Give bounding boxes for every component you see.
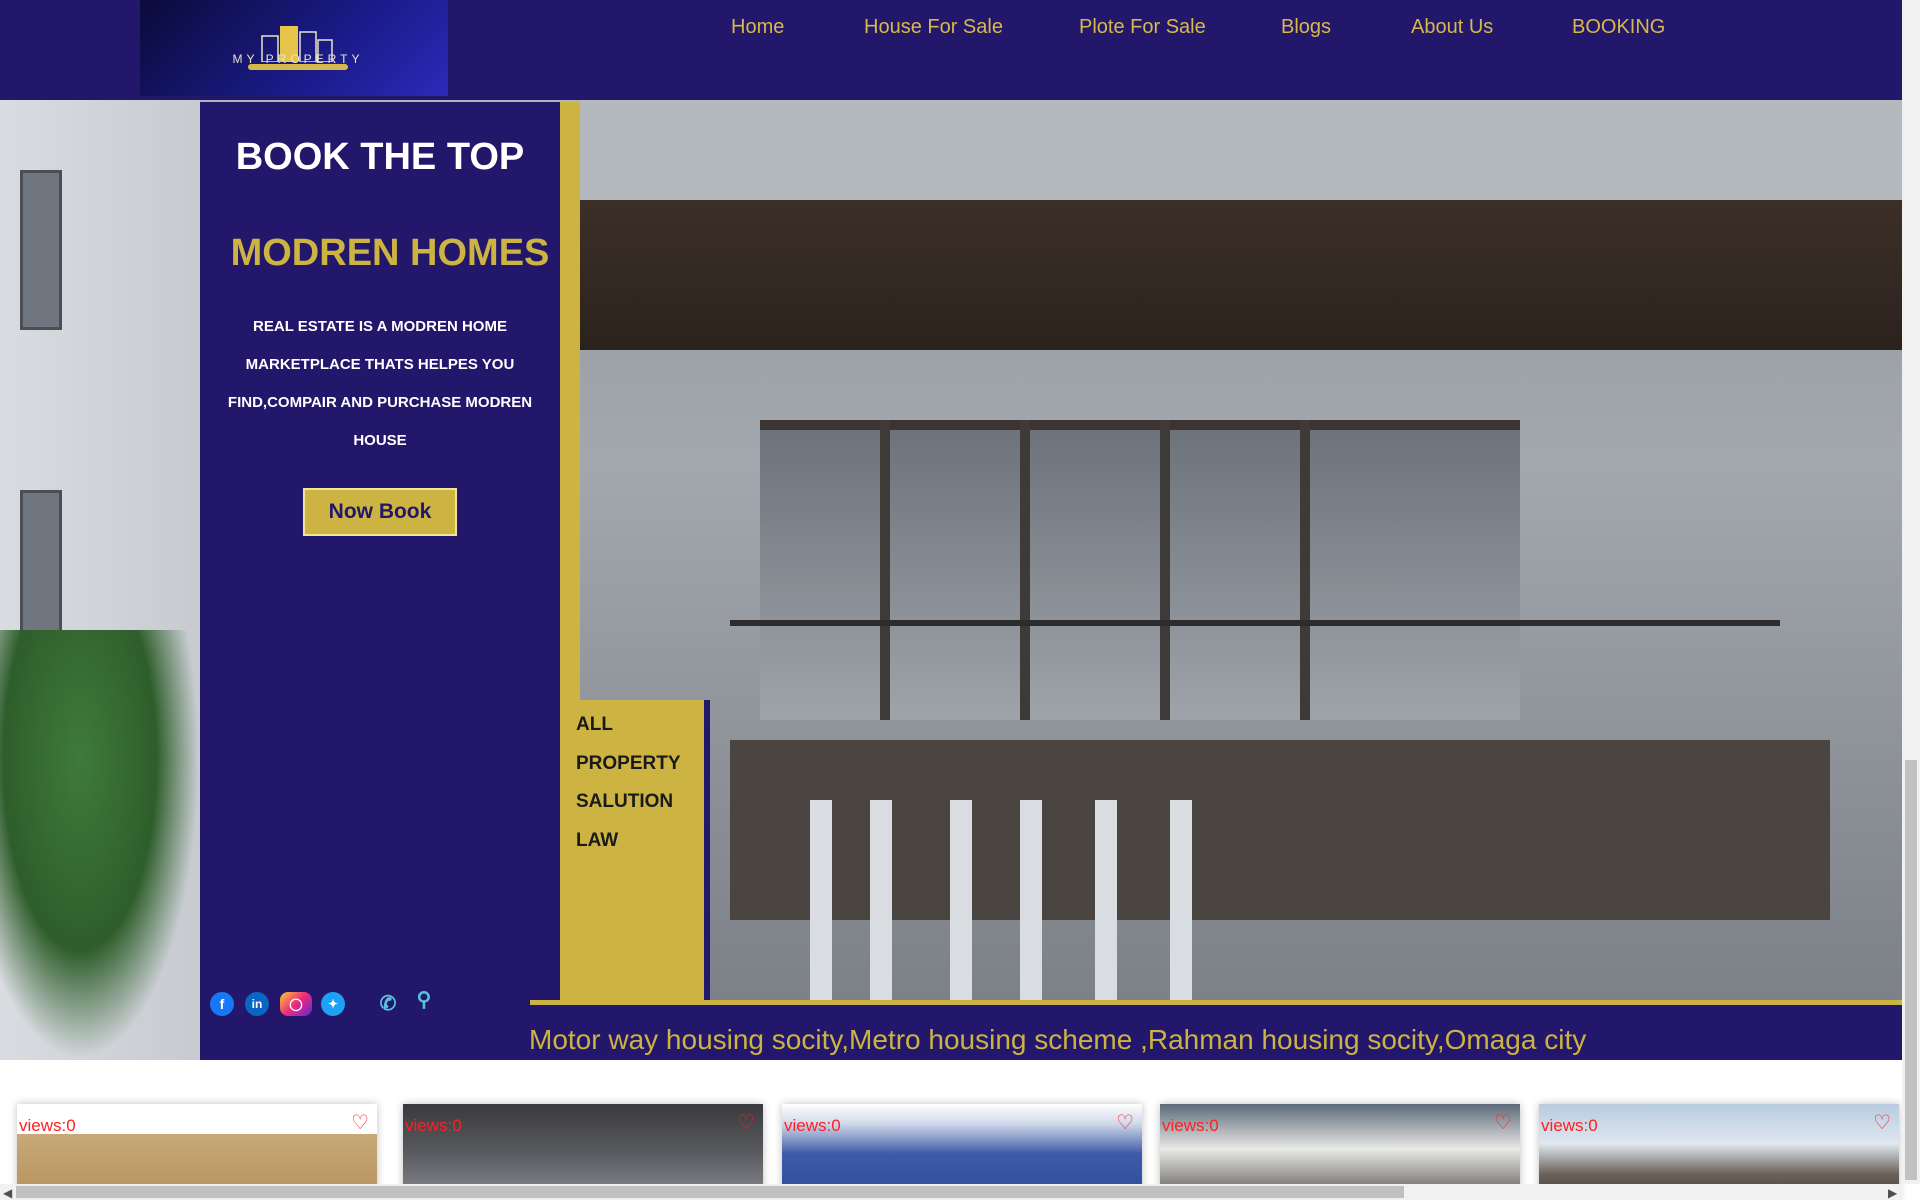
nav-about-us-link[interactable]: About Us: [1411, 16, 1493, 39]
category-item-salution[interactable]: SALUTION: [576, 783, 706, 822]
views-counter: views:0: [1162, 1116, 1219, 1135]
heart-icon[interactable]: ♡: [1116, 1110, 1134, 1135]
page: MY PROPERTY Home House For Sale Plote Fo…: [0, 0, 1920, 1200]
twitter-icon[interactable]: ✦: [321, 992, 345, 1016]
hero-description: REAL ESTATE IS A MODREN HOME MARKETPLACE…: [227, 318, 533, 449]
nav-blogs-link[interactable]: Blogs: [1281, 16, 1331, 39]
scroll-right-arrow-icon[interactable]: ▶: [1888, 1186, 1897, 1200]
views-counter: views:0: [1541, 1116, 1598, 1135]
category-list: ALL PROPERTY SALUTION LAW: [576, 706, 706, 860]
nav-plote-for-sale-link[interactable]: Plote For Sale: [1079, 16, 1206, 39]
now-book-button[interactable]: Now Book: [303, 488, 457, 536]
instagram-icon[interactable]: ◯: [280, 992, 312, 1016]
heart-icon[interactable]: ♡: [1494, 1110, 1512, 1135]
category-item-all[interactable]: ALL: [576, 706, 706, 745]
facebook-icon[interactable]: f: [210, 992, 234, 1016]
category-item-law[interactable]: LAW: [576, 822, 706, 861]
heart-icon[interactable]: ♡: [351, 1110, 369, 1135]
window: [20, 490, 62, 650]
scroll-left-arrow-icon[interactable]: ◀: [3, 1186, 12, 1200]
views-counter: views:0: [784, 1116, 841, 1135]
palm-tree: [0, 630, 200, 1060]
vertical-scrollbar-thumb[interactable]: [1905, 760, 1917, 1180]
heart-icon[interactable]: ♡: [737, 1110, 755, 1135]
views-counter: views:0: [19, 1116, 76, 1135]
logo-underline: [248, 64, 348, 70]
nav-booking-link[interactable]: BOOKING: [1572, 16, 1665, 39]
hero-panel-stripe: [560, 102, 580, 702]
location-pin-icon[interactable]: ⚲: [412, 988, 436, 1012]
hero-title-line2: MODREN HOMES: [230, 232, 550, 274]
window: [20, 170, 62, 330]
horizontal-scrollbar-thumb[interactable]: [16, 1186, 1404, 1198]
linkedin-icon[interactable]: in: [245, 992, 269, 1016]
views-counter: views:0: [405, 1116, 462, 1135]
heart-icon[interactable]: ♡: [1873, 1110, 1891, 1135]
modern-house-facade: [580, 100, 1902, 1060]
phone-icon[interactable]: ✆: [376, 992, 400, 1016]
area-ticker-text: Motor way housing socity,Metro housing s…: [529, 1024, 1587, 1055]
nav-home-link[interactable]: Home: [731, 16, 784, 39]
nav-house-for-sale-link[interactable]: House For Sale: [864, 16, 1003, 39]
property-cards-row: views:0 ♡ views:0 ♡ views:0 ♡ views:0 ♡ …: [0, 1060, 1902, 1200]
hero-title-line1: BOOK THE TOP: [235, 136, 525, 178]
category-item-property[interactable]: PROPERTY: [576, 745, 706, 784]
main-nav: Home House For Sale Plote For Sale Blogs…: [0, 16, 1902, 40]
site-logo[interactable]: MY PROPERTY: [140, 0, 448, 96]
